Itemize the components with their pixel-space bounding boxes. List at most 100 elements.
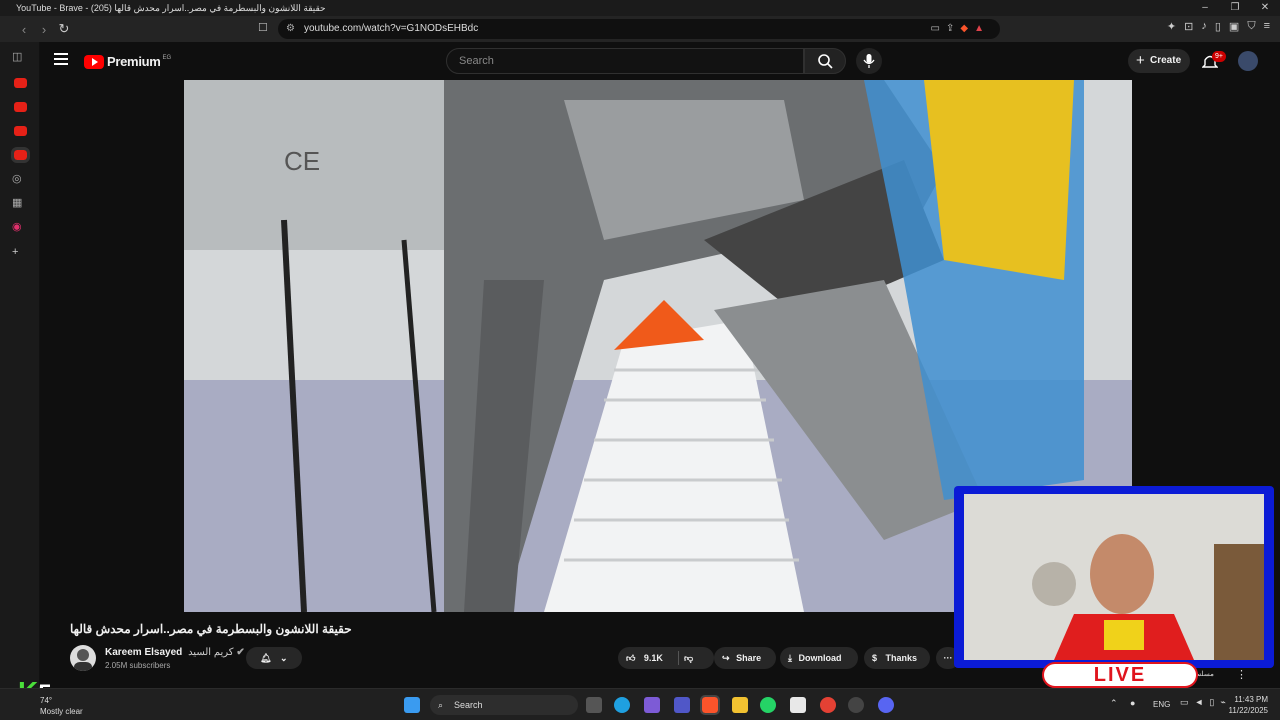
brave-rewards-icon[interactable]: ▲ [974,19,984,39]
channel-name-en: Kareem Elsayed [105,647,183,658]
chevron-down-icon: ⌄ [279,653,288,663]
like-button[interactable]: 👍︎ 9.1K [626,647,663,669]
whatsapp-icon[interactable] [760,697,776,713]
language-indicator[interactable]: ENG [1153,700,1170,709]
browser-sidebar: ◫ ◎ ▦ ◉ + [0,42,40,688]
teams-icon[interactable] [674,697,690,713]
globe-icon[interactable]: ◎ [12,172,22,185]
forward-icon[interactable]: › [34,22,54,37]
maximize-icon[interactable]: ❐ [1220,0,1250,16]
obs-icon[interactable] [848,697,864,713]
webcam-feed [964,494,1264,660]
window-controls: – ❐ ✕ [1190,0,1280,16]
plus-icon: + [1136,52,1145,69]
menu-icon[interactable]: ≡ [1264,20,1270,33]
chrome-icon[interactable] [820,697,836,713]
site-settings-icon[interactable]: ⚙ [286,19,295,39]
logo-text: Premium [107,54,161,69]
divider [678,651,679,665]
channel-name[interactable]: Kareem Elsayed كريم السيد ✔ [105,647,245,658]
browser-toolbar: ‹ › ↻ ☐ ⚙ youtube.com/watch?v=G1NODsEHBd… [0,16,1280,42]
channel-avatar-image [74,649,92,671]
voice-search-button[interactable] [856,48,882,74]
sidebar-panel-icon[interactable]: ◫ [12,50,22,63]
bookmark-icon[interactable]: ☐ [258,21,268,34]
thanks-button[interactable]: $ Thanks [864,647,930,669]
youtube-play-icon [84,54,104,69]
taskbar-search-label: Search [454,700,483,710]
more-icon: ··· [943,653,953,663]
dislike-button[interactable]: 👎︎ [684,647,693,669]
channel-name-ar: كريم السيد [188,647,234,658]
youtube-tab-icon[interactable] [14,102,27,112]
start-icon[interactable] [404,697,420,713]
screenshot-icon[interactable]: ⊡ [1184,20,1193,33]
search-button[interactable] [804,48,846,74]
download-icon: ⤓ [788,653,792,663]
youtube-tab-icon[interactable] [14,126,27,136]
microphone-tray-icon[interactable]: ● [1130,698,1135,708]
sidebar-toggle-icon[interactable]: ▯ [1215,20,1221,33]
create-button[interactable]: + Create [1128,49,1190,73]
youtube-tab-icon-active[interactable] [11,147,30,163]
clock[interactable]: 11:43 PM 11/22/2025 [1229,694,1268,716]
wallet-icon[interactable]: ▣ [1229,20,1239,33]
youtube-header: Premium EG Search + Create 9+ [40,42,1280,80]
vpn-icon[interactable]: ⛉ [1247,20,1255,33]
taskbar-search-icon: ⌕ [438,700,444,710]
microphone-icon [863,54,875,68]
qr-icon[interactable]: ▦ [12,196,22,209]
notification-badge: 9+ [1212,51,1226,62]
extension-toolbar: ✦ ⊡ ♪ ▯ ▣ ⛉ ≡ [1167,20,1270,33]
brave-shields-icon[interactable]: ◆ [960,19,968,39]
channel-avatar[interactable] [70,645,96,671]
brave-icon[interactable] [700,695,720,715]
svg-text:CE: CE [284,146,320,176]
youtube-tab-icon[interactable] [14,78,27,88]
close-icon[interactable]: ✕ [1250,0,1280,16]
more-vertical-icon[interactable]: ⋮ [1236,668,1247,681]
search-input[interactable]: Search [446,48,804,74]
create-label: Create [1150,55,1182,66]
discord-icon[interactable] [878,697,894,713]
live-badge: LIVE [1042,662,1198,688]
extensions-icon[interactable]: ✦ [1167,20,1176,33]
bell-icon: 🔔︎ [260,653,272,663]
webcam-image [964,494,1264,660]
address-bar[interactable]: ⚙ youtube.com/watch?v=G1NODsEHBdc ▭ ⇪ ◆ … [278,19,1000,39]
tray-overflow-icon[interactable]: ⌃ [1110,698,1118,709]
share-label: Share [736,653,762,663]
media-icon[interactable]: ♪ [1201,20,1207,33]
windows-taskbar: 74° Mostly clear ⌕ Search ⌃ ● ENG ▭◄▯⌁ 1… [0,688,1280,720]
share-page-icon[interactable]: ⇪ [946,19,954,39]
download-button[interactable]: ⤓ Download [780,647,858,669]
address-bar-icons: ▭ ⇪ ◆ ▲ [931,19,984,39]
thanks-label: Thanks [885,653,918,663]
instagram-icon[interactable]: ◉ [12,220,22,233]
search-icon [818,54,833,69]
weather-temp: 74° [40,696,53,705]
edge-icon[interactable] [614,697,630,713]
subscribe-bell-button[interactable]: 🔔︎ ⌄ [246,647,302,669]
file-explorer-icon[interactable] [732,697,748,713]
reload-icon[interactable]: ↻ [54,21,74,37]
weather-widget[interactable]: 74° Mostly clear [40,695,83,717]
system-tray-icons[interactable]: ▭◄▯⌁ [1180,697,1232,708]
cast-icon[interactable]: ▭ [931,19,940,39]
taskbar-search[interactable]: ⌕ Search [430,695,578,715]
add-icon[interactable]: + [12,246,18,258]
video-title: حقيقة اللانشون والبسطرمة في مصر..اسرار م… [70,622,352,636]
thumbs-up-icon: 👍︎ [626,653,636,663]
youtube-logo[interactable]: Premium EG [84,54,171,69]
task-view-icon[interactable] [586,697,602,713]
account-avatar[interactable] [1238,51,1258,71]
store-icon[interactable] [790,697,806,713]
like-dislike-group: 👍︎ 9.1K 👎︎ [618,647,714,669]
back-icon[interactable]: ‹ [14,22,34,37]
copilot-icon[interactable] [644,697,660,713]
minimize-icon[interactable]: – [1190,0,1220,16]
hamburger-menu-icon[interactable] [54,53,68,65]
share-button[interactable]: ↪ Share [714,647,776,669]
webcam-overlay [954,486,1274,668]
window-title: YouTube - Brave - حقيقة اللانشون والبسطر… [16,3,326,13]
